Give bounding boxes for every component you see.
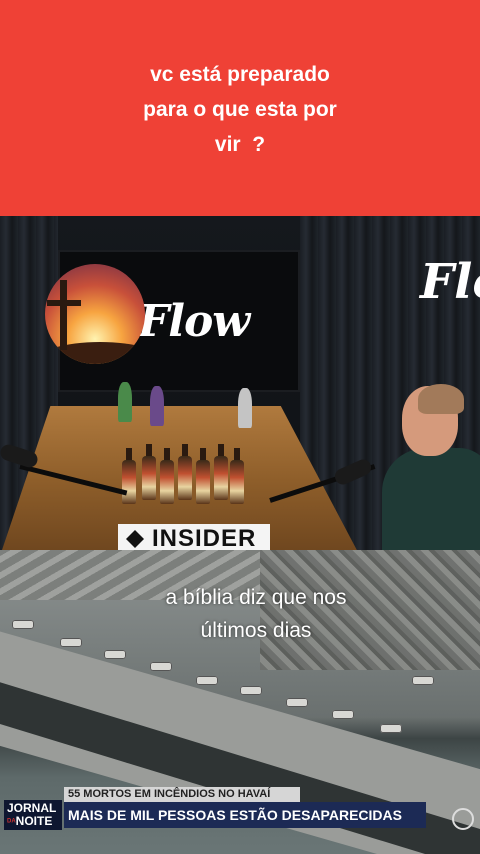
logo-small: DA (7, 818, 16, 825)
bottle-icon (178, 444, 192, 500)
chyron-subheadline: 55 MORTOS EM INCÊNDIOS NO HAVAÍ (64, 787, 300, 802)
bottle-icon (196, 448, 210, 504)
mid-caption-line-1: a bíblia diz que nos (165, 586, 347, 609)
bottle-icon (160, 448, 174, 504)
podcast-video-frame[interactable]: Flow Flo INSIDER (0, 216, 480, 550)
car-icon (150, 662, 172, 671)
mid-caption: a bíblia diz que nos últimos dias (0, 581, 480, 647)
top-caption-band: vc está preparado para o que esta por vi… (0, 0, 480, 216)
car-icon (104, 650, 126, 659)
car-icon (286, 698, 308, 707)
flow-logo: Flow (138, 296, 250, 347)
top-caption-text: vc está preparado para o que esta por vi… (143, 57, 337, 162)
bottle-icon (142, 444, 156, 500)
podcast-host (372, 384, 480, 550)
car-icon (196, 676, 218, 685)
chyron-headline: MAIS DE MIL PESSOAS ESTÃO DESAPARECIDAS (64, 802, 426, 828)
bottle-icon (214, 444, 228, 500)
bottle-icon (230, 448, 244, 504)
top-caption-line-2: para o que esta por (143, 97, 337, 121)
top-caption-line-3: vir ? (214, 132, 266, 156)
car-icon (412, 676, 434, 685)
insider-sign-label: INSIDER (152, 525, 257, 550)
flow-logo-right: Flo (420, 254, 480, 310)
car-icon (380, 724, 402, 733)
figurine-icon (238, 388, 252, 428)
figurine-icon (118, 382, 132, 422)
car-icon (240, 686, 262, 695)
cross-sunset-icon (45, 264, 145, 364)
jornal-da-noite-logo: JORNAL DANOITE (4, 800, 62, 830)
logo-line-2: NOITE (15, 814, 53, 828)
figurine-icon (150, 386, 164, 426)
insider-logo-icon (126, 530, 144, 548)
top-caption-line-1: vc está preparado (150, 62, 330, 86)
mid-caption-line-2: últimos dias (200, 619, 312, 642)
car-icon (332, 710, 354, 719)
insider-sign: INSIDER (118, 524, 270, 550)
band-network-icon (452, 808, 474, 830)
bottle-icon (122, 448, 136, 504)
